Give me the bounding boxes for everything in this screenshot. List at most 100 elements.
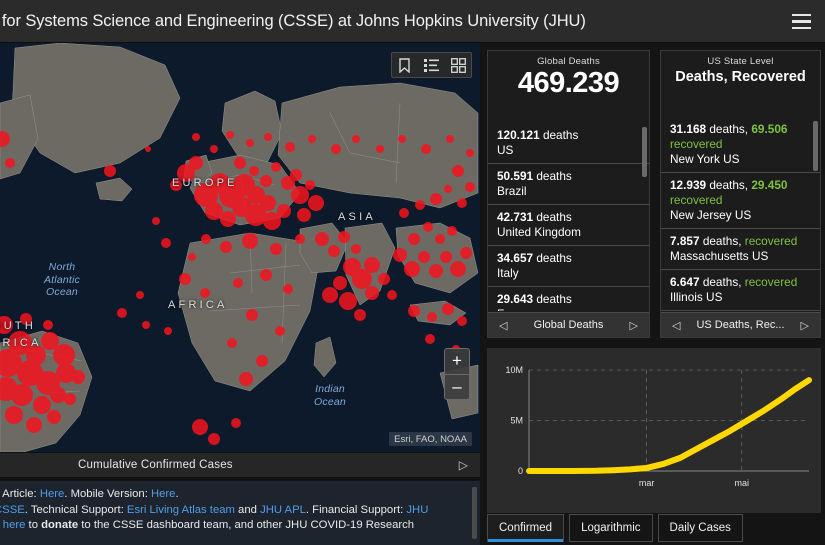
row-recovered-label: recovered (670, 193, 723, 207)
asia-label: ASIA (338, 211, 376, 223)
global-deaths-list[interactable]: 120.121 deaths US 50.591 deaths Brazil 4… (488, 123, 649, 311)
row-unit: deaths (536, 169, 572, 183)
svg-text:5M: 5M (510, 416, 523, 426)
map-caption-next-arrow[interactable]: ▷ (459, 458, 468, 472)
world-map[interactable]: NorthAtlanticOcean SouthAtlanticOcean In… (0, 43, 480, 452)
footer-mobile-link[interactable]: Here (151, 488, 176, 500)
africa-label: AFRICA (168, 299, 228, 311)
tab-daily-cases[interactable]: Daily Cases (657, 514, 743, 542)
list-item[interactable]: 7.857 deaths, recovered Massachusetts US (661, 228, 820, 269)
tab-logarithmic[interactable]: Logarithmic (569, 514, 653, 542)
state-panel-footer-label: US Deaths, Rec... (696, 319, 785, 331)
map-caption-bar[interactable]: Cumulative Confirmed Cases ▷ (0, 452, 480, 478)
footer-donate-bold: donate (41, 519, 79, 532)
global-panel-next-arrow[interactable]: ▷ (630, 319, 638, 332)
global-panel-header: Global Deaths 469.239 (488, 51, 649, 100)
footer-scrollbar[interactable] (472, 487, 477, 539)
svg-text:mar: mar (639, 478, 655, 488)
row-value: 50.591 (497, 169, 534, 183)
europe-label: EUROPE (172, 177, 238, 189)
row-deaths-unit: deaths, (709, 178, 749, 192)
row-recovered: 29.450 (751, 178, 788, 192)
bookmark-icon[interactable] (396, 57, 413, 74)
state-panel-prev-arrow[interactable]: ◁ (672, 319, 680, 332)
list-item[interactable]: 31.168 deaths, 69.506 recovered New York… (661, 117, 820, 172)
state-deaths-list[interactable]: 31.168 deaths, 69.506 recovered New York… (661, 117, 820, 313)
global-panel-prev-arrow[interactable]: ◁ (499, 319, 507, 332)
footer-jhu-link[interactable]: JHU (406, 504, 428, 516)
chart-tabs[interactable]: Confirmed Logarithmic Daily Cases (487, 514, 821, 542)
state-panel-scrollbar[interactable] (813, 121, 818, 171)
row-place: Brazil (497, 184, 527, 198)
svg-text:10M: 10M (505, 365, 523, 375)
footer-here-link[interactable]: here (3, 519, 26, 531)
footer-l3-c: to the CSSE dashboard team, and other JH… (78, 519, 415, 532)
global-panel-footer: ◁ Global Deaths ▷ (488, 312, 649, 337)
global-panel-subtitle: Global Deaths (537, 56, 600, 67)
zoom-in-button[interactable]: + (445, 349, 469, 375)
row-deaths: 7.857 (670, 234, 700, 248)
row-deaths: 12.939 (670, 178, 707, 192)
row-value: 34.657 (497, 251, 534, 265)
row-place: New Jersey US (670, 208, 752, 222)
south-america-label: OUTHERICA (0, 320, 42, 349)
row-deaths-unit: deaths, (709, 122, 749, 136)
list-item[interactable]: 34.657 deaths Italy (488, 245, 649, 286)
footer-jhuapl-link[interactable]: JHU APL (260, 504, 306, 516)
footer-line-1: s Article: Here. Mobile Version: Here. (0, 487, 480, 503)
row-deaths: 31.168 (670, 122, 707, 136)
map-attribution: Esri, FAO, NOAA (389, 432, 472, 446)
row-place: France (497, 307, 641, 311)
svg-text:mai: mai (735, 478, 750, 488)
state-panel-title: Deaths, Recovered (675, 69, 806, 85)
row-unit: deaths (536, 251, 572, 265)
state-panel-next-arrow[interactable]: ▷ (801, 319, 809, 332)
map-caption-label: Cumulative Confirmed Cases (78, 459, 233, 471)
footer-esri-link[interactable]: Esri Living Atlas team (127, 504, 235, 516)
list-item[interactable]: 12.939 deaths, 29.450 recovered New Jers… (661, 172, 820, 228)
global-panel-scrollbar[interactable] (642, 127, 647, 177)
case-dots-layer (0, 131, 475, 445)
map-zoom-controls[interactable]: + – (444, 348, 470, 400)
list-item[interactable]: 6.647 deaths, recovered Illinois US (661, 269, 820, 310)
row-unit: deaths (536, 210, 572, 224)
tab-confirmed[interactable]: Confirmed (487, 514, 565, 542)
cases-chart[interactable]: 0 5M 10M mar mai (487, 348, 821, 513)
covid-dashboard: r for Systems Science and Engineering (C… (0, 0, 825, 545)
list-item[interactable]: 50.591 deaths Brazil (488, 163, 649, 204)
row-recovered: 69.506 (751, 122, 788, 136)
list-item[interactable]: 120.121 deaths US (488, 123, 649, 163)
global-deaths-panel: Global Deaths 469.239 120.121 deaths US … (487, 50, 650, 338)
chart-svg: 0 5M 10M mar mai (487, 348, 821, 513)
row-deaths-unit: deaths, (702, 275, 742, 289)
legend-icon[interactable] (423, 57, 440, 74)
indian-ocean-label: Indian Ocean (314, 383, 346, 408)
footer-l2-c: and (234, 503, 261, 516)
footer-l3-b: to (25, 519, 42, 532)
state-panel-header: US State Level Deaths, Recovered (661, 51, 820, 87)
global-panel-footer-label: Global Deaths (533, 319, 604, 331)
basemap-gallery-icon[interactable] (450, 57, 467, 74)
row-place: Massachusetts US (670, 249, 769, 263)
row-place: Italy (497, 266, 519, 280)
state-panel-footer: ◁ US Deaths, Rec... ▷ (661, 312, 820, 337)
footer-credits: s Article: Here. Mobile Version: Here. C… (0, 481, 480, 545)
zoom-out-button[interactable]: – (445, 375, 469, 400)
footer-csse-link[interactable]: CSSE (0, 504, 25, 516)
footer-article-link[interactable]: Here (40, 488, 65, 500)
global-deaths-total: 469.239 (517, 67, 620, 99)
hamburger-icon[interactable] (785, 5, 817, 38)
list-item[interactable]: 42.731 deaths United Kingdom (488, 204, 649, 245)
footer-l1-c: . (175, 488, 179, 500)
state-panel-subtitle: US State Level (707, 56, 774, 67)
list-item[interactable]: 29.643 deaths France (488, 286, 649, 311)
footer-l2-d: . Financial Support: (305, 503, 407, 516)
footer-l1-a: s Article: (0, 488, 37, 500)
map-tools[interactable] (391, 52, 472, 78)
row-place: US (497, 143, 514, 157)
svg-text:0: 0 (518, 466, 523, 476)
row-value: 42.731 (497, 210, 534, 224)
row-place: United Kingdom (497, 225, 581, 239)
row-unit: deaths (536, 292, 572, 306)
row-place: New York US (670, 152, 740, 166)
